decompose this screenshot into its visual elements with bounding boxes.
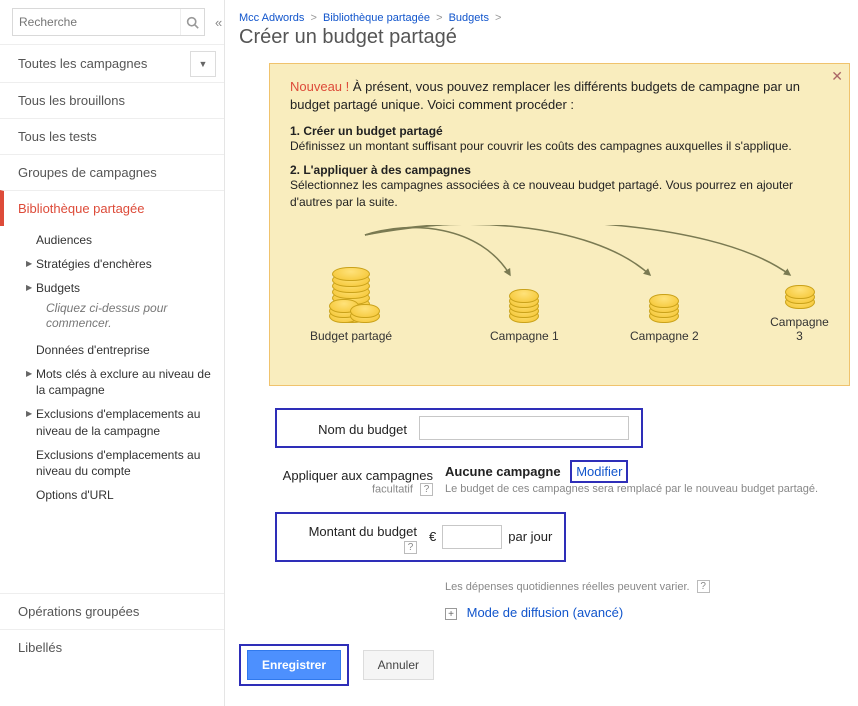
promo-box: ✕ Nouveau ! À présent, vous pouvez rempl…	[269, 63, 850, 386]
budget-amount-input[interactable]	[442, 525, 502, 549]
sub-bid-strategies[interactable]: ▶Stratégies d'enchères	[26, 252, 224, 276]
coins-c3-icon: Campagne 3	[770, 251, 829, 343]
per-day-text: par jour	[508, 529, 552, 544]
crumb-mcc[interactable]: Mcc Adwords	[239, 12, 304, 24]
all-campaigns-link[interactable]: Toutes les campagnes	[18, 56, 190, 71]
coins-c1-icon: Campagne 1	[490, 265, 559, 343]
search-icon[interactable]	[180, 9, 204, 35]
no-campaign-text: Aucune campagne	[445, 464, 561, 479]
budget-form: Nom du budget Appliquer aux campagnes fa…	[275, 408, 858, 621]
sub-budgets[interactable]: ▶Budgets	[26, 276, 224, 300]
main-content: Mcc Adwords > Bibliothèque partagée > Bu…	[225, 0, 858, 706]
spend-note: Les dépenses quotidiennes réelles peuven…	[445, 581, 710, 593]
help-icon[interactable]: ?	[420, 483, 433, 496]
sidebar-item-campaign-groups[interactable]: Groupes de campagnes	[0, 154, 224, 190]
help-icon[interactable]: ?	[697, 580, 710, 593]
expand-icon[interactable]: +	[445, 608, 457, 620]
promo-lead: Nouveau ! À présent, vous pouvez remplac…	[290, 78, 829, 114]
cancel-button[interactable]: Annuler	[363, 650, 434, 680]
budget-amount-label: Montant du budget ?	[289, 520, 429, 554]
breadcrumb: Mcc Adwords > Bibliothèque partagée > Bu…	[239, 12, 858, 24]
sub-placement-excl-account[interactable]: Exclusions d'emplacements au niveau du c…	[26, 443, 224, 483]
caret-right-icon: ▶	[26, 369, 36, 380]
sub-url-options[interactable]: Options d'URL	[26, 483, 224, 507]
caret-right-icon: ▶	[26, 409, 36, 420]
sidebar-item-bulk-ops[interactable]: Opérations groupées	[0, 593, 224, 629]
page-title: Créer un budget partagé	[239, 26, 858, 49]
promo-step2-desc: Sélectionnez les campagnes associées à c…	[290, 177, 829, 211]
apply-campaigns-label: Appliquer aux campagnes facultatif ?	[275, 464, 445, 496]
sidebar-item-tests[interactable]: Tous les tests	[0, 118, 224, 154]
budget-name-input[interactable]	[419, 416, 629, 440]
sub-business-data[interactable]: Données d'entreprise	[26, 338, 224, 362]
currency-symbol: €	[429, 529, 436, 544]
apply-hint: Le budget de ces campagnes sera remplacé…	[445, 483, 858, 495]
crumb-shared-lib[interactable]: Bibliothèque partagée	[323, 12, 430, 24]
sidebar: « Toutes les campagnes ▼ Tous les brouil…	[0, 0, 225, 706]
promo-step1-title: 1. Créer un budget partagé	[290, 124, 829, 138]
search-box[interactable]	[12, 8, 205, 36]
promo-illustration: Budget partagé Campagne 1 Campagne 2 Cam…	[290, 225, 829, 365]
sub-neg-keywords-campaign[interactable]: ▶Mots clés à exclure au niveau de la cam…	[26, 362, 224, 402]
all-campaigns-dropdown[interactable]: ▼	[190, 51, 216, 77]
shared-library-submenu: Audiences ▶Stratégies d'enchères ▶Budget…	[0, 226, 224, 513]
help-icon[interactable]: ?	[404, 541, 417, 554]
arrows-icon	[360, 225, 840, 285]
collapse-sidebar-icon[interactable]: «	[215, 15, 219, 30]
promo-new-tag: Nouveau !	[290, 79, 349, 94]
promo-step2-title: 2. L'appliquer à des campagnes	[290, 163, 829, 177]
caret-right-icon: ▶	[26, 283, 36, 294]
sub-placement-excl-campaign[interactable]: ▶Exclusions d'emplacements au niveau de …	[26, 402, 224, 442]
coins-c2-icon: Campagne 2	[630, 265, 699, 343]
search-input[interactable]	[13, 11, 180, 33]
caret-right-icon: ▶	[26, 259, 36, 270]
modify-campaigns-link[interactable]: Modifier	[570, 460, 628, 483]
close-icon[interactable]: ✕	[831, 68, 843, 85]
sidebar-item-drafts[interactable]: Tous les brouillons	[0, 82, 224, 118]
delivery-method-link[interactable]: Mode de diffusion (avancé)	[467, 605, 624, 620]
sidebar-item-shared-library[interactable]: Bibliothèque partagée	[0, 190, 224, 226]
save-button[interactable]: Enregistrer	[247, 650, 341, 680]
sidebar-item-labels[interactable]: Libellés	[0, 629, 224, 665]
coins-shared-icon: Budget partagé	[310, 247, 392, 343]
budget-name-label: Nom du budget	[289, 418, 419, 437]
promo-step1-desc: Définissez un montant suffisant pour cou…	[290, 138, 829, 155]
sub-budgets-hint: Cliquez ci-dessus pour commencer.	[26, 301, 224, 338]
sub-audiences[interactable]: Audiences	[26, 228, 224, 252]
crumb-budgets[interactable]: Budgets	[449, 12, 489, 24]
